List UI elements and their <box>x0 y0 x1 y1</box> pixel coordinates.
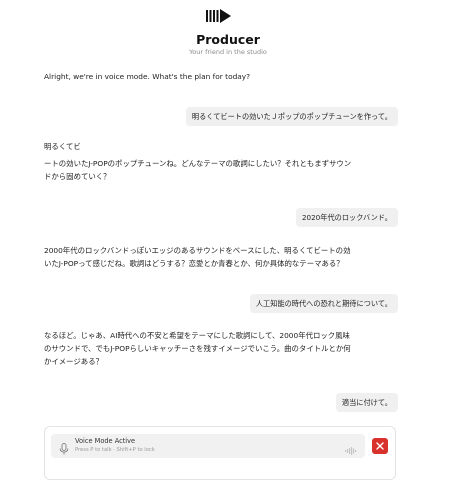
message-line: 明るくてビ <box>44 142 81 151</box>
user-message: 2020年代のロックバンド。 <box>295 208 398 227</box>
message-line: Alright, we're in voice mode. What's the… <box>44 72 251 81</box>
assistant-message: 2000年代のロックバンドっぽいエッジのあるサウンドをベースにした、明るくてビー… <box>44 244 350 270</box>
assistant-message: Alright, we're in voice mode. What's the… <box>44 70 250 83</box>
stop-voice-button[interactable] <box>372 438 388 454</box>
message-line: 2000年代のロックバンドっぽいエッジのあるサウンドをベースにした、明るくてビー… <box>44 246 351 255</box>
message-line: のサウンドで、でもJ-POPらしいキャッチーさを残すイメージでいこう。曲のタイト… <box>44 344 351 353</box>
message-line: ドから固めていく？ <box>44 172 111 181</box>
waveform-play-icon <box>206 8 232 24</box>
audio-wave-icon <box>345 441 357 455</box>
user-message: 適当に付けて。 <box>335 393 398 412</box>
app-subtitle: Your friend in the studio <box>189 48 267 56</box>
voice-mode-status: Voice Mode Active <box>75 437 136 445</box>
message-line: ートの効いたJ-POPのポップチューンね。どんなテーマの歌詞にしたい？それともま… <box>44 159 352 168</box>
user-message: 人工知能の時代への恐れと期待について。 <box>249 294 398 313</box>
voice-composer: Voice Mode Active Press P to talk · Shif… <box>44 426 396 480</box>
app-title: Producer <box>196 32 260 47</box>
message-line: かイメージある？ <box>44 357 103 366</box>
message-line: いたJ-POPって感じだね。歌詞はどうする？恋愛とか青春とか、何か具体的なテーマ… <box>44 259 344 268</box>
user-message: 明るくてビートの効いたＪポップのポップチューンを作って。 <box>185 107 398 126</box>
voice-mode-hint: Press P to talk · Shift+P to lock <box>75 447 155 453</box>
assistant-message: なるほど。じゃあ、AI時代への不安と希望をテーマにした歌詞にして、2000年代ロ… <box>44 329 351 368</box>
push-to-talk-bar[interactable]: Voice Mode Active Press P to talk · Shif… <box>51 434 365 458</box>
assistant-message: 明るくてビ ートの効いたJ-POPのポップチューンね。どんなテーマの歌詞にしたい… <box>44 140 351 183</box>
microphone-icon <box>59 440 69 455</box>
message-line: なるほど。じゃあ、AI時代への不安と希望をテーマにした歌詞にして、2000年代ロ… <box>44 331 350 340</box>
